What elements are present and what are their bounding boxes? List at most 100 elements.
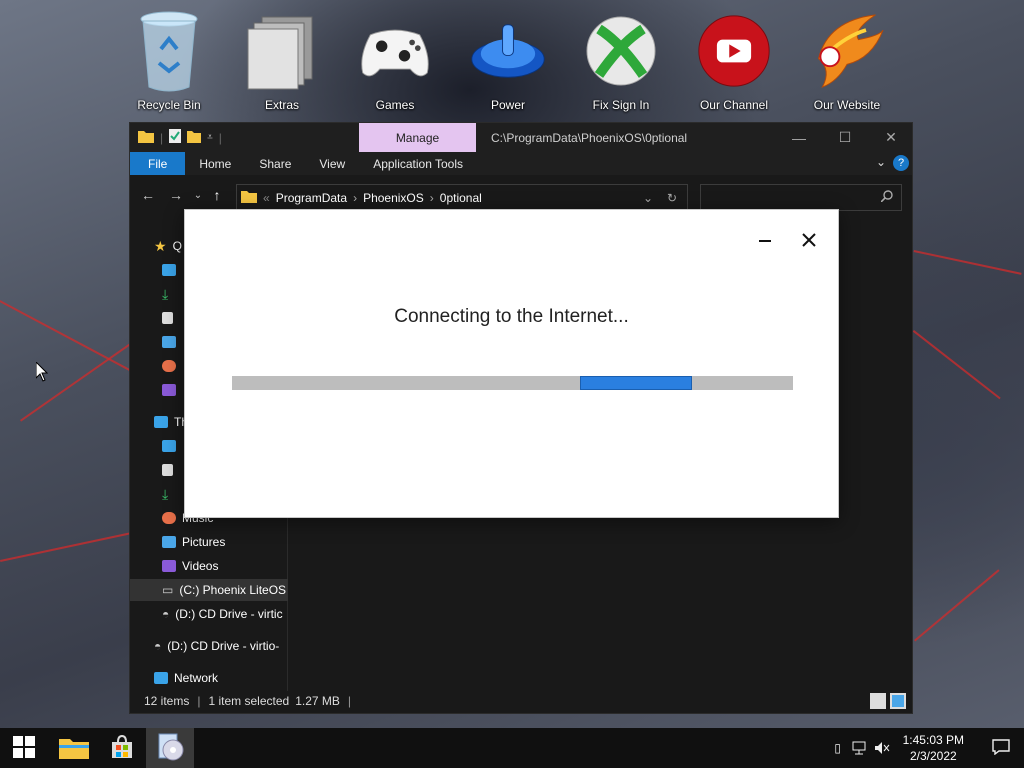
notification-center-button[interactable] — [978, 728, 1024, 768]
usb-device-icon[interactable]: ▯ — [827, 728, 849, 768]
desktop-icon-our-channel[interactable]: Our Channel — [688, 6, 780, 112]
nav-drive-d-sub[interactable]: ◓ (D:) CD Drive - virtic — [162, 603, 283, 625]
file-explorer-icon — [59, 735, 89, 762]
picture-icon — [162, 536, 176, 548]
taskbar-file-explorer[interactable] — [50, 728, 98, 768]
taskbar-store[interactable] — [98, 728, 146, 768]
desktop-icon-label: Extras — [264, 98, 299, 112]
nav-music-quick[interactable] — [162, 355, 176, 377]
nav-downloads[interactable]: ⤓ — [162, 283, 168, 305]
system-tray: ▯ 1:45:03 PM 2/3/2022 — [827, 728, 1024, 768]
computer-icon — [154, 416, 168, 428]
tab-home[interactable]: Home — [185, 152, 245, 175]
star-icon: ★ — [154, 237, 167, 254]
xbox-icon — [583, 6, 659, 96]
forward-button[interactable]: → — [162, 187, 190, 203]
breadcrumb-item[interactable]: PhoenixOS — [363, 191, 424, 205]
breadcrumb-item[interactable]: ProgramData — [276, 191, 347, 205]
start-button[interactable] — [0, 728, 48, 768]
address-bar[interactable]: « ProgramData › PhoenixOS › 0ptional ⌄ ↻ — [236, 184, 688, 211]
document-icon — [162, 464, 173, 476]
tab-application-tools[interactable]: Application Tools — [359, 152, 477, 175]
desktop-icon — [162, 264, 176, 276]
clock-date: 2/3/2022 — [909, 749, 957, 763]
status-separator: | — [197, 694, 201, 708]
nav-documents-pc[interactable] — [162, 459, 173, 481]
folder-icon — [138, 129, 154, 146]
tab-file[interactable]: File — [130, 152, 186, 175]
maximize-button[interactable]: ☐ — [822, 123, 868, 152]
video-icon — [162, 384, 176, 396]
volume-muted-icon[interactable] — [871, 728, 893, 768]
help-icon[interactable]: ? — [893, 155, 909, 171]
network-status-icon[interactable] — [849, 728, 871, 768]
tab-manage[interactable]: Manage — [359, 123, 476, 152]
folder-stack-icon — [244, 6, 320, 96]
nav-desktop-pc[interactable] — [162, 435, 176, 457]
ribbon-tabs: File Home Share View Application Tools ⌄… — [130, 152, 912, 175]
gamepad-icon — [357, 6, 433, 96]
nav-downloads-pc[interactable]: ⤓ — [162, 483, 168, 505]
nav-videos[interactable]: Videos — [162, 555, 218, 577]
chevron-down-icon[interactable]: ⩡ — [207, 132, 213, 143]
nav-drive-d[interactable]: ◓ (D:) CD Drive - virtio- — [154, 635, 279, 657]
nav-drive-c[interactable]: ▭ (C:) Phoenix LiteOS — [130, 579, 288, 601]
store-icon — [109, 734, 135, 763]
desktop-icon — [162, 440, 176, 452]
taskbar-clock[interactable]: 1:45:03 PM 2/3/2022 — [893, 732, 978, 764]
minimize-button[interactable]: — — [776, 123, 822, 152]
nav-documents[interactable] — [162, 307, 173, 329]
document-icon — [162, 312, 173, 324]
progress-bar — [232, 376, 793, 390]
wallpaper-line — [914, 569, 1000, 642]
taskbar: ▯ 1:45:03 PM 2/3/2022 — [0, 728, 1024, 768]
nav-quick-access[interactable]: ★ Q — [154, 235, 182, 257]
quick-access-toolbar: | ⩡ | — [130, 129, 222, 146]
address-dropdown-icon[interactable]: ⌄ — [643, 191, 653, 205]
network-icon — [154, 672, 168, 684]
up-button[interactable]: ↑ — [206, 187, 228, 203]
nav-network[interactable]: Network — [154, 667, 218, 689]
desktop-icon-our-website[interactable]: Our Website — [801, 6, 893, 112]
desktop-icon-fix-sign-in[interactable]: Fix Sign In — [575, 6, 667, 112]
nav-pictures-quick[interactable] — [162, 331, 176, 353]
desktop-icon-recycle-bin[interactable]: Recycle Bin — [123, 6, 215, 112]
wallpaper-line — [0, 530, 138, 562]
close-button[interactable]: ✕ — [868, 123, 914, 152]
wallpaper-line — [912, 330, 1001, 400]
search-input[interactable] — [700, 184, 902, 211]
tab-view[interactable]: View — [305, 152, 359, 175]
refresh-icon[interactable]: ↻ — [667, 191, 677, 205]
desktop-icon-extras[interactable]: Extras — [236, 6, 328, 112]
dialog-close-button[interactable] — [794, 228, 824, 252]
music-icon — [162, 512, 176, 524]
connecting-dialog: Connecting to the Internet... — [184, 209, 839, 518]
desktop-icon-power[interactable]: Power — [462, 6, 554, 112]
selection-size: 1.27 MB — [295, 694, 340, 708]
properties-icon[interactable] — [169, 129, 182, 146]
taskbar-installer-app[interactable] — [146, 728, 194, 768]
dialog-minimize-button[interactable] — [750, 228, 780, 252]
back-button[interactable]: ← — [134, 187, 162, 203]
ribbon-expand-icon[interactable]: ⌄ — [876, 155, 886, 169]
tab-share[interactable]: Share — [245, 152, 305, 175]
breadcrumb-item[interactable]: 0ptional — [440, 191, 482, 205]
new-folder-icon[interactable] — [187, 129, 202, 146]
nav-videos-quick[interactable] — [162, 379, 176, 401]
picture-icon — [162, 336, 176, 348]
desktop-icon-label: Games — [375, 98, 415, 112]
details-view-icon[interactable] — [870, 693, 886, 709]
nav-label: Videos — [182, 559, 219, 573]
clock-time: 1:45:03 PM — [902, 733, 964, 747]
nav-label: Network — [174, 671, 219, 685]
desktop-icon-label: Power — [490, 98, 525, 112]
desktop-icon-games[interactable]: Games — [349, 6, 441, 112]
power-icon — [470, 6, 546, 96]
large-icons-view-icon[interactable] — [890, 693, 906, 709]
recent-locations-chevron-icon[interactable]: ⌄ — [190, 190, 206, 201]
nav-pictures[interactable]: Pictures — [162, 531, 225, 553]
nav-this-pc[interactable]: Th — [154, 411, 188, 433]
dialog-message: Connecting to the Internet... — [394, 306, 629, 327]
progress-bar-chunk — [579, 376, 692, 390]
nav-desktop[interactable] — [162, 259, 176, 281]
